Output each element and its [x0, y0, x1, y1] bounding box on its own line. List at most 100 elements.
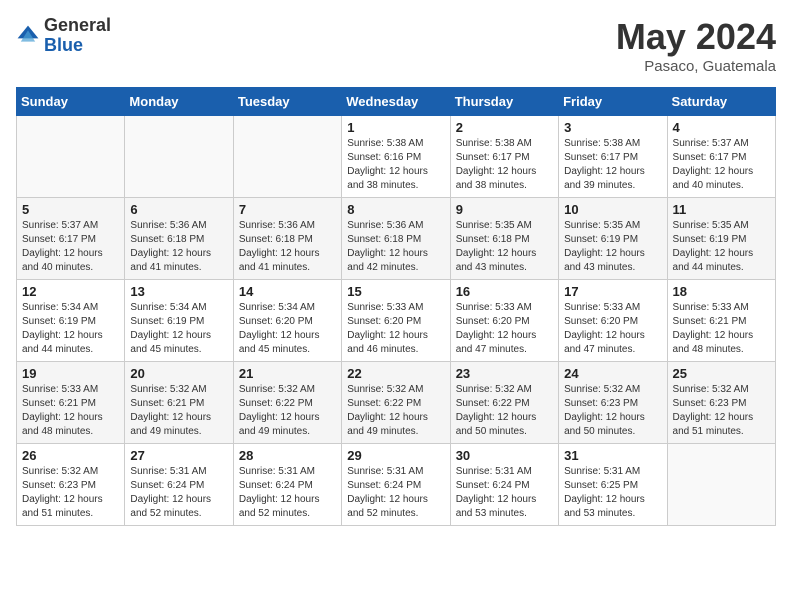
day-number: 4	[673, 120, 770, 135]
table-row	[17, 116, 125, 198]
table-row: 3 Sunrise: 5:38 AM Sunset: 6:17 PM Daylig…	[559, 116, 667, 198]
day-number: 18	[673, 284, 770, 299]
day-number: 27	[130, 448, 227, 463]
day-info: Sunrise: 5:36 AM Sunset: 6:18 PM Dayligh…	[347, 219, 444, 275]
day-number: 2	[456, 120, 553, 135]
day-info: Sunrise: 5:31 AM Sunset: 6:24 PM Dayligh…	[456, 465, 553, 521]
day-number: 15	[347, 284, 444, 299]
calendar-week-row: 5 Sunrise: 5:37 AM Sunset: 6:17 PM Daylig…	[17, 198, 776, 280]
location: Pasaco, Guatemala	[616, 58, 776, 75]
table-row: 5 Sunrise: 5:37 AM Sunset: 6:17 PM Daylig…	[17, 198, 125, 280]
day-number: 9	[456, 202, 553, 217]
calendar-week-row: 1Sunrise: 5:38 AM Sunset: 6:16 PM Daylig…	[17, 116, 776, 198]
day-number: 14	[239, 284, 336, 299]
table-row: 15 Sunrise: 5:33 AM Sunset: 6:20 PM Dayli…	[342, 280, 450, 362]
table-row: 30 Sunrise: 5:31 AM Sunset: 6:24 PM Dayli…	[450, 444, 558, 526]
table-row: 13 Sunrise: 5:34 AM Sunset: 6:19 PM Dayli…	[125, 280, 233, 362]
day-info: Sunrise: 5:32 AM Sunset: 6:22 PM Dayligh…	[347, 383, 444, 439]
table-row: 4 Sunrise: 5:37 AM Sunset: 6:17 PM Daylig…	[667, 116, 775, 198]
day-number: 1	[347, 120, 444, 135]
day-number: 5	[22, 202, 119, 217]
table-row: 31 Sunrise: 5:31 AM Sunset: 6:25 PM Dayli…	[559, 444, 667, 526]
day-number: 29	[347, 448, 444, 463]
table-row: 22 Sunrise: 5:32 AM Sunset: 6:22 PM Dayli…	[342, 362, 450, 444]
logo-text: General Blue	[44, 16, 111, 56]
day-number: 31	[564, 448, 661, 463]
day-number: 10	[564, 202, 661, 217]
day-number: 22	[347, 366, 444, 381]
day-number: 3	[564, 120, 661, 135]
table-row: 11Sunrise: 5:35 AM Sunset: 6:19 PM Dayli…	[667, 198, 775, 280]
day-info: Sunrise: 5:33 AM Sunset: 6:21 PM Dayligh…	[673, 301, 770, 357]
table-row: 12 Sunrise: 5:34 AM Sunset: 6:19 PM Dayli…	[17, 280, 125, 362]
table-row: 7Sunrise: 5:36 AM Sunset: 6:18 PM Daylig…	[233, 198, 341, 280]
table-row: 14 Sunrise: 5:34 AM Sunset: 6:20 PM Dayli…	[233, 280, 341, 362]
day-info: Sunrise: 5:34 AM Sunset: 6:19 PM Dayligh…	[130, 301, 227, 357]
table-row: 24Sunrise: 5:32 AM Sunset: 6:23 PM Dayli…	[559, 362, 667, 444]
day-info: Sunrise: 5:33 AM Sunset: 6:20 PM Dayligh…	[564, 301, 661, 357]
day-info: Sunrise: 5:37 AM Sunset: 6:17 PM Dayligh…	[673, 137, 770, 193]
day-info: Sunrise: 5:32 AM Sunset: 6:22 PM Dayligh…	[239, 383, 336, 439]
day-number: 28	[239, 448, 336, 463]
day-info: Sunrise: 5:33 AM Sunset: 6:21 PM Dayligh…	[22, 383, 119, 439]
day-info: Sunrise: 5:32 AM Sunset: 6:23 PM Dayligh…	[564, 383, 661, 439]
day-info: Sunrise: 5:37 AM Sunset: 6:17 PM Dayligh…	[22, 219, 119, 275]
day-number: 23	[456, 366, 553, 381]
calendar-week-row: 12 Sunrise: 5:34 AM Sunset: 6:19 PM Dayli…	[17, 280, 776, 362]
day-info: Sunrise: 5:33 AM Sunset: 6:20 PM Dayligh…	[456, 301, 553, 357]
day-info: Sunrise: 5:35 AM Sunset: 6:18 PM Dayligh…	[456, 219, 553, 275]
table-row: 10 Sunrise: 5:35 AM Sunset: 6:19 PM Dayli…	[559, 198, 667, 280]
header-wednesday: Wednesday	[342, 88, 450, 116]
calendar-header-row: Sunday Monday Tuesday Wednesday Thursday…	[17, 88, 776, 116]
header-saturday: Saturday	[667, 88, 775, 116]
header-tuesday: Tuesday	[233, 88, 341, 116]
day-number: 7	[239, 202, 336, 217]
table-row: 29 Sunrise: 5:31 AM Sunset: 6:24 PM Dayli…	[342, 444, 450, 526]
logo-general: General	[44, 16, 111, 36]
day-info: Sunrise: 5:34 AM Sunset: 6:20 PM Dayligh…	[239, 301, 336, 357]
table-row: 28 Sunrise: 5:31 AM Sunset: 6:24 PM Dayli…	[233, 444, 341, 526]
day-number: 17	[564, 284, 661, 299]
day-number: 8	[347, 202, 444, 217]
day-number: 26	[22, 448, 119, 463]
day-info: Sunrise: 5:32 AM Sunset: 6:21 PM Dayligh…	[130, 383, 227, 439]
header-sunday: Sunday	[17, 88, 125, 116]
table-row: 2 Sunrise: 5:38 AM Sunset: 6:17 PM Daylig…	[450, 116, 558, 198]
day-number: 20	[130, 366, 227, 381]
header-friday: Friday	[559, 88, 667, 116]
day-number: 21	[239, 366, 336, 381]
page-header: General Blue May 2024 Pasaco, Guatemala	[16, 16, 776, 75]
day-info: Sunrise: 5:31 AM Sunset: 6:24 PM Dayligh…	[239, 465, 336, 521]
table-row: 25Sunrise: 5:32 AM Sunset: 6:23 PM Dayli…	[667, 362, 775, 444]
title-block: May 2024 Pasaco, Guatemala	[616, 16, 776, 75]
calendar-week-row: 19Sunrise: 5:33 AM Sunset: 6:21 PM Dayli…	[17, 362, 776, 444]
day-info: Sunrise: 5:38 AM Sunset: 6:17 PM Dayligh…	[564, 137, 661, 193]
day-number: 30	[456, 448, 553, 463]
day-info: Sunrise: 5:32 AM Sunset: 6:22 PM Dayligh…	[456, 383, 553, 439]
day-info: Sunrise: 5:31 AM Sunset: 6:24 PM Dayligh…	[130, 465, 227, 521]
day-info: Sunrise: 5:35 AM Sunset: 6:19 PM Dayligh…	[564, 219, 661, 275]
table-row: 21 Sunrise: 5:32 AM Sunset: 6:22 PM Dayli…	[233, 362, 341, 444]
day-number: 25	[673, 366, 770, 381]
day-info: Sunrise: 5:31 AM Sunset: 6:25 PM Dayligh…	[564, 465, 661, 521]
table-row: 20 Sunrise: 5:32 AM Sunset: 6:21 PM Dayli…	[125, 362, 233, 444]
day-number: 11	[673, 202, 770, 217]
day-number: 16	[456, 284, 553, 299]
day-number: 13	[130, 284, 227, 299]
day-info: Sunrise: 5:33 AM Sunset: 6:20 PM Dayligh…	[347, 301, 444, 357]
day-info: Sunrise: 5:34 AM Sunset: 6:19 PM Dayligh…	[22, 301, 119, 357]
header-thursday: Thursday	[450, 88, 558, 116]
table-row	[667, 444, 775, 526]
day-number: 12	[22, 284, 119, 299]
logo: General Blue	[16, 16, 111, 56]
table-row: 19Sunrise: 5:33 AM Sunset: 6:21 PM Dayli…	[17, 362, 125, 444]
table-row: 26 Sunrise: 5:32 AM Sunset: 6:23 PM Dayli…	[17, 444, 125, 526]
day-info: Sunrise: 5:38 AM Sunset: 6:17 PM Dayligh…	[456, 137, 553, 193]
day-info: Sunrise: 5:31 AM Sunset: 6:24 PM Dayligh…	[347, 465, 444, 521]
calendar-table: Sunday Monday Tuesday Wednesday Thursday…	[16, 87, 776, 526]
day-info: Sunrise: 5:36 AM Sunset: 6:18 PM Dayligh…	[130, 219, 227, 275]
table-row: 17 Sunrise: 5:33 AM Sunset: 6:20 PM Dayli…	[559, 280, 667, 362]
logo-blue: Blue	[44, 36, 111, 56]
table-row	[125, 116, 233, 198]
day-info: Sunrise: 5:32 AM Sunset: 6:23 PM Dayligh…	[22, 465, 119, 521]
